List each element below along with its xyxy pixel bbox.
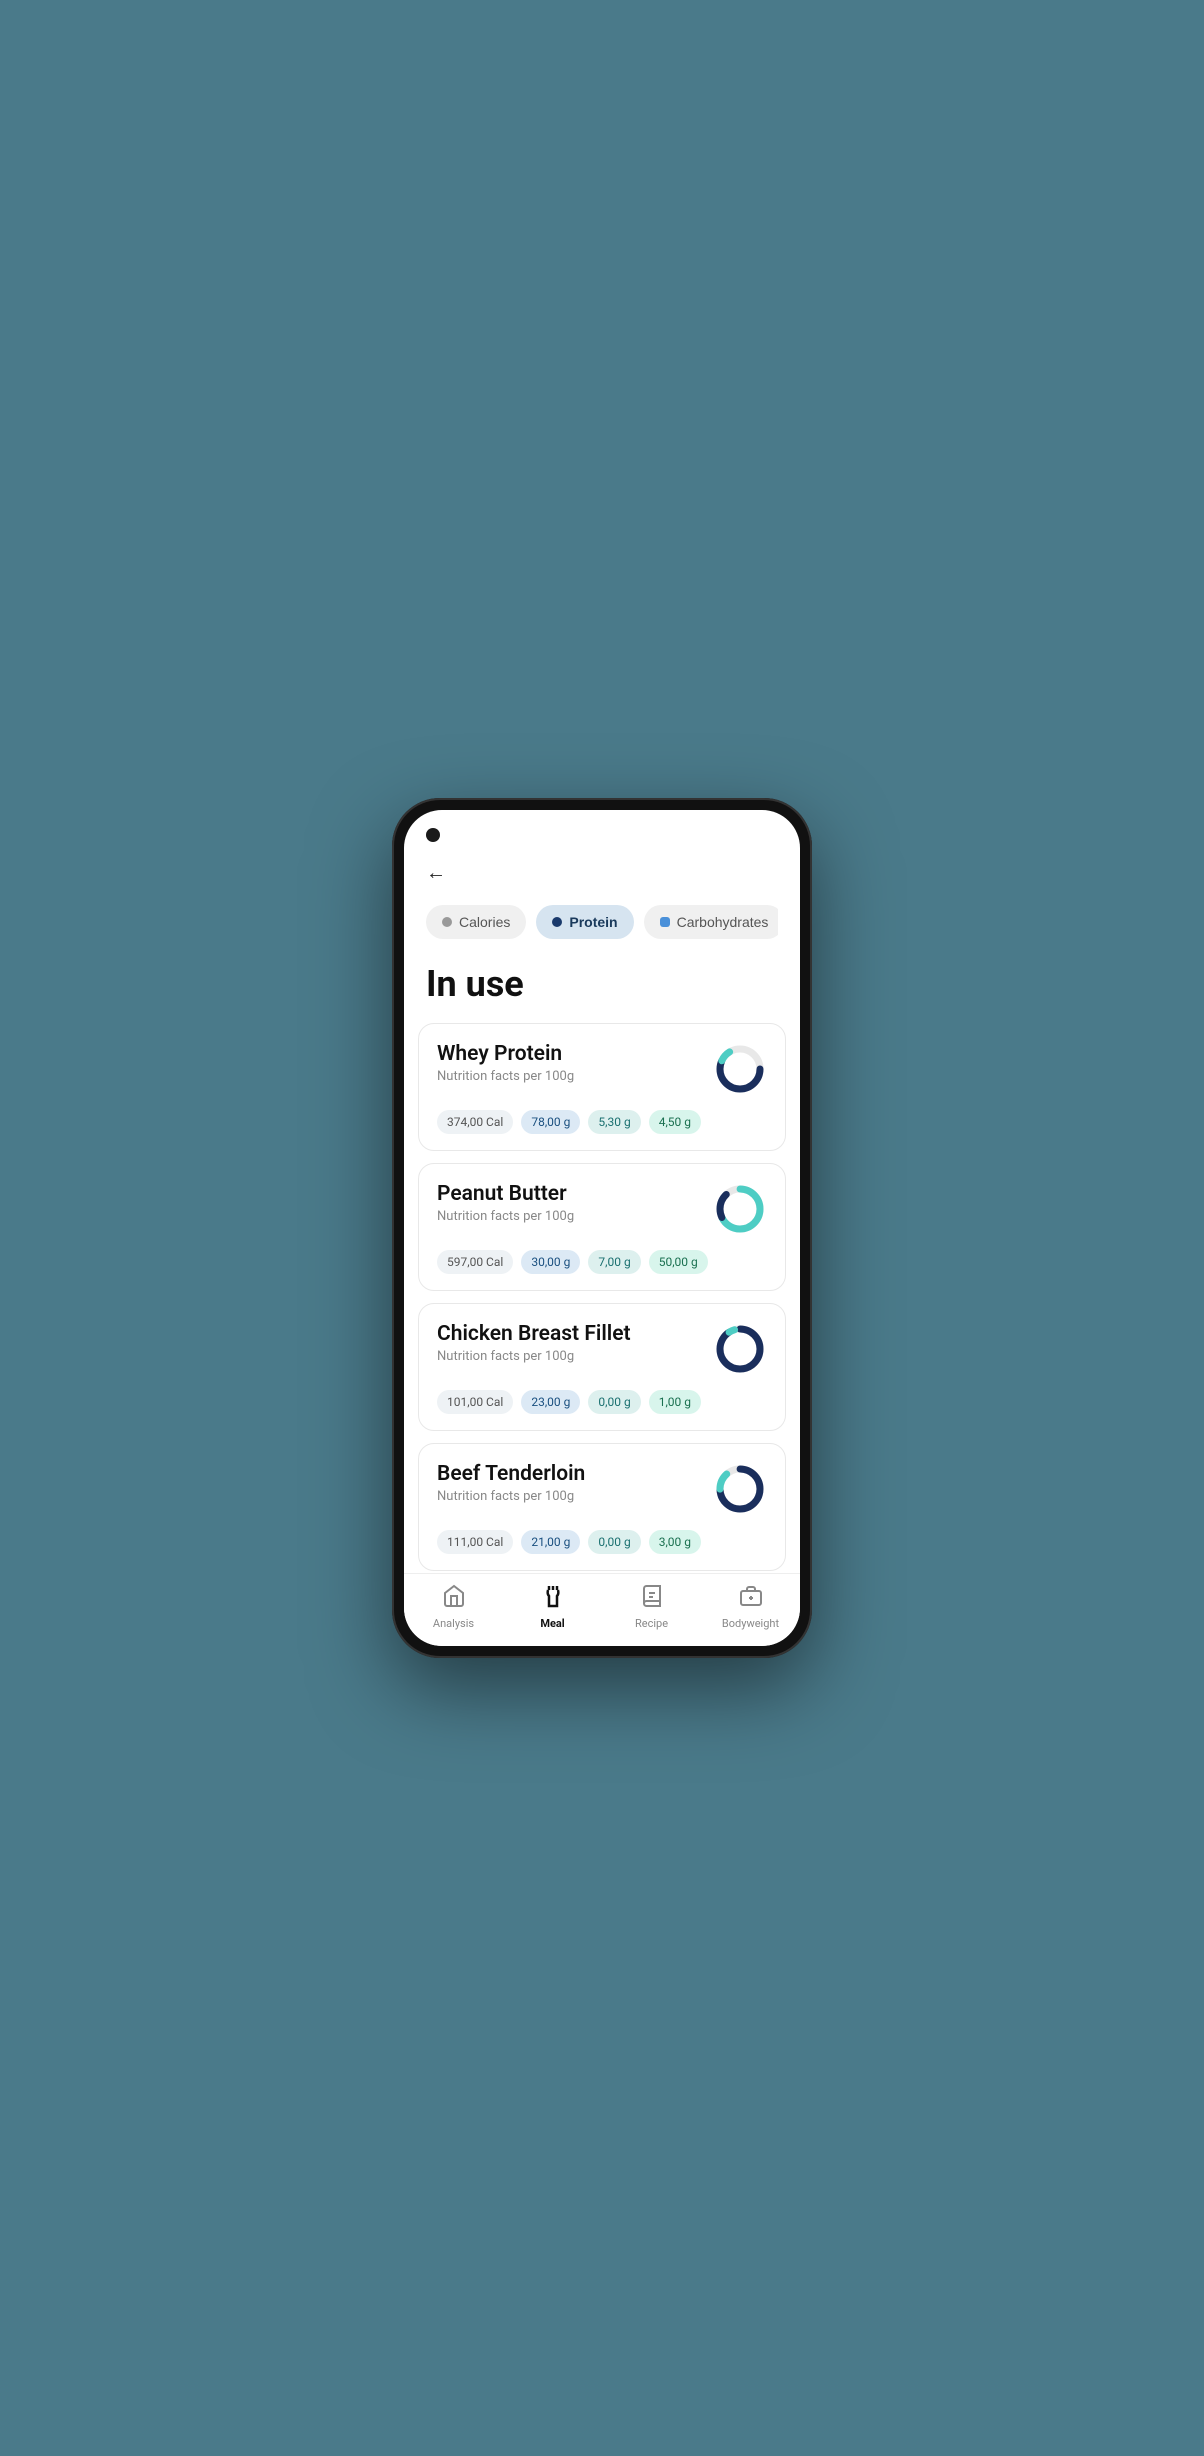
donut-chart-chicken <box>713 1322 767 1376</box>
food-card-top: Whey Protein Nutrition facts per 100g <box>437 1042 767 1096</box>
stat-protein-beef: 21,00 g <box>521 1530 580 1554</box>
donut-chart-beef <box>713 1462 767 1516</box>
nav-item-meal[interactable]: Meal <box>503 1584 602 1630</box>
back-button[interactable]: ← <box>426 860 778 885</box>
stat-fat-pb: 50,00 g <box>649 1250 708 1274</box>
section-title: In use <box>404 963 800 1005</box>
food-stats-beef: 111,00 Cal 21,00 g 0,00 g 3,00 g <box>437 1530 767 1554</box>
food-subtitle-pb: Nutrition facts per 100g <box>437 1209 574 1224</box>
filter-tab-protein[interactable]: Protein <box>536 905 633 939</box>
bodyweight-icon <box>739 1584 763 1614</box>
filter-tab-calories[interactable]: Calories <box>426 905 526 939</box>
filter-tabs: Calories Protein Carbohydrates <box>426 905 778 939</box>
food-card-whey-protein[interactable]: Whey Protein Nutrition facts per 100g 37… <box>418 1023 786 1151</box>
food-card-beef[interactable]: Beef Tenderloin Nutrition facts per 100g… <box>418 1443 786 1571</box>
filter-tab-protein-label: Protein <box>569 914 617 930</box>
carbs-dot-icon <box>660 917 670 927</box>
food-card-top-beef: Beef Tenderloin Nutrition facts per 100g <box>437 1462 767 1516</box>
stat-protein-pb: 30,00 g <box>521 1250 580 1274</box>
recipe-icon <box>640 1584 664 1614</box>
food-info: Whey Protein Nutrition facts per 100g <box>437 1042 574 1084</box>
donut-chart-whey <box>713 1042 767 1096</box>
stat-fat: 4,50 g <box>649 1110 701 1134</box>
stat-fat-beef: 3,00 g <box>649 1530 701 1554</box>
stat-carbs: 5,30 g <box>588 1110 640 1134</box>
camera-dot <box>426 828 440 842</box>
home-icon <box>442 1584 466 1614</box>
content-area: ← Calories Protein Carbohydrates <box>404 810 800 1573</box>
food-info-chicken: Chicken Breast Fillet Nutrition facts pe… <box>437 1322 631 1364</box>
food-card-top-pb: Peanut Butter Nutrition facts per 100g <box>437 1182 767 1236</box>
stat-carbs-pb: 7,00 g <box>588 1250 640 1274</box>
bottom-nav: Analysis Meal <box>404 1573 800 1646</box>
food-name-pb: Peanut Butter <box>437 1182 574 1206</box>
stat-calories-chicken: 101,00 Cal <box>437 1390 513 1414</box>
food-card-chicken[interactable]: Chicken Breast Fillet Nutrition facts pe… <box>418 1303 786 1431</box>
nav-item-analysis[interactable]: Analysis <box>404 1584 503 1630</box>
nav-label-recipe: Recipe <box>635 1617 668 1630</box>
stat-protein-chicken: 23,00 g <box>521 1390 580 1414</box>
food-name-chicken: Chicken Breast Fillet <box>437 1322 631 1346</box>
food-list: Whey Protein Nutrition facts per 100g 37… <box>404 1023 800 1573</box>
phone-frame: ← Calories Protein Carbohydrates <box>392 798 812 1658</box>
phone-screen: ← Calories Protein Carbohydrates <box>404 810 800 1646</box>
stat-protein: 78,00 g <box>521 1110 580 1134</box>
nav-label-bodyweight: Bodyweight <box>722 1617 779 1630</box>
food-subtitle-chicken: Nutrition facts per 100g <box>437 1349 631 1364</box>
filter-tab-carbs[interactable]: Carbohydrates <box>644 905 778 939</box>
food-info-pb: Peanut Butter Nutrition facts per 100g <box>437 1182 574 1224</box>
donut-chart-pb <box>713 1182 767 1236</box>
filter-tab-calories-label: Calories <box>459 914 510 930</box>
calories-dot-icon <box>442 917 452 927</box>
filter-tab-carbs-label: Carbohydrates <box>677 914 769 930</box>
food-card-peanut-butter[interactable]: Peanut Butter Nutrition facts per 100g 5… <box>418 1163 786 1291</box>
stat-calories-pb: 597,00 Cal <box>437 1250 513 1274</box>
nav-item-bodyweight[interactable]: Bodyweight <box>701 1584 800 1630</box>
nav-label-meal: Meal <box>540 1617 564 1630</box>
stat-carbs-beef: 0,00 g <box>588 1530 640 1554</box>
food-name-beef: Beef Tenderloin <box>437 1462 585 1486</box>
food-subtitle: Nutrition facts per 100g <box>437 1069 574 1084</box>
food-name: Whey Protein <box>437 1042 574 1066</box>
food-card-top-chicken: Chicken Breast Fillet Nutrition facts pe… <box>437 1322 767 1376</box>
food-stats-chicken: 101,00 Cal 23,00 g 0,00 g 1,00 g <box>437 1390 767 1414</box>
food-stats: 374,00 Cal 78,00 g 5,30 g 4,50 g <box>437 1110 767 1134</box>
top-section: ← Calories Protein Carbohydrates <box>404 810 800 939</box>
stat-calories-beef: 111,00 Cal <box>437 1530 513 1554</box>
food-info-beef: Beef Tenderloin Nutrition facts per 100g <box>437 1462 585 1504</box>
nav-label-analysis: Analysis <box>433 1617 474 1630</box>
meal-icon <box>541 1584 565 1614</box>
back-arrow-icon: ← <box>426 860 446 885</box>
food-stats-pb: 597,00 Cal 30,00 g 7,00 g 50,00 g <box>437 1250 767 1274</box>
stat-calories: 374,00 Cal <box>437 1110 513 1134</box>
protein-dot-icon <box>552 917 562 927</box>
nav-item-recipe[interactable]: Recipe <box>602 1584 701 1630</box>
food-subtitle-beef: Nutrition facts per 100g <box>437 1489 585 1504</box>
stat-carbs-chicken: 0,00 g <box>588 1390 640 1414</box>
stat-fat-chicken: 1,00 g <box>649 1390 701 1414</box>
